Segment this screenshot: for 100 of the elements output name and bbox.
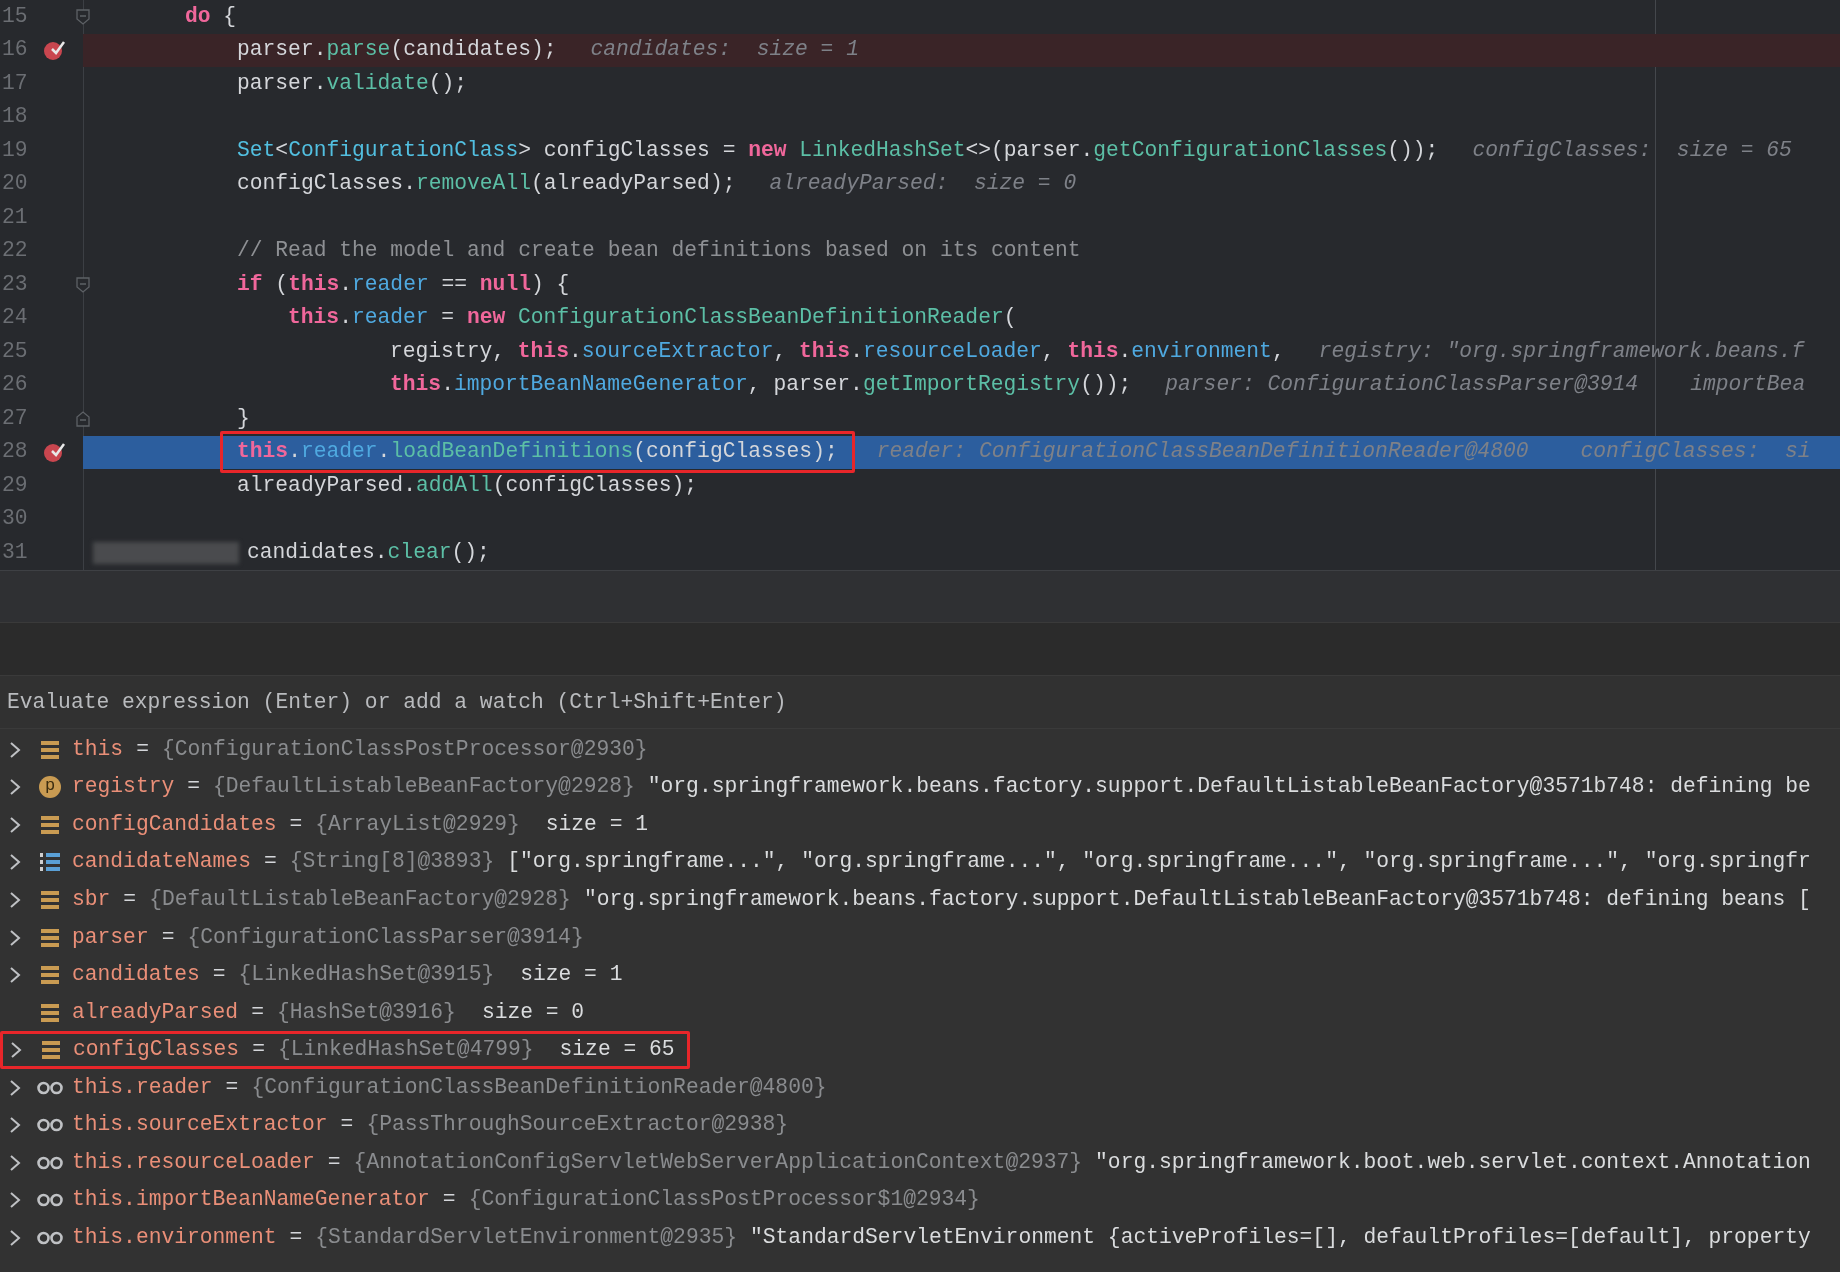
inline-hint: configClasses: size = 65 bbox=[1472, 136, 1792, 164]
chevron-right-icon[interactable] bbox=[9, 928, 21, 947]
glasses-icon bbox=[37, 1230, 63, 1245]
variable-name: candidateNames bbox=[72, 848, 251, 876]
code-line: registry, this.sourceExtractor, this.resourceLoader, this.environment, bbox=[390, 337, 1285, 365]
chevron-right-icon[interactable] bbox=[9, 1228, 21, 1247]
variable-type: {DefaultListableBeanFactory@2928} bbox=[213, 773, 635, 801]
equals-sign: = bbox=[252, 1036, 265, 1064]
variable-value: "org.springframework.beans.factory.support.DefaultListableBeanFactory@3571b748: defining be bbox=[647, 773, 1811, 801]
variable-name: registry bbox=[72, 773, 175, 801]
variable-value: "org.springframework.beans.factory.support.DefaultListableBeanFactory@3571b748: defining beans [ bbox=[583, 886, 1811, 913]
line-number: 18 bbox=[2, 103, 29, 131]
equals-sign: = bbox=[442, 1186, 456, 1214]
field-icon bbox=[40, 739, 60, 760]
line-number: 17 bbox=[2, 69, 29, 97]
variable-type: {StandardServletEnvironment@2935} bbox=[315, 1223, 737, 1251]
inline-hint: reader: ConfigurationClassBeanDefinitionReader@4800 bbox=[876, 438, 1529, 466]
equals-sign: = bbox=[289, 1223, 303, 1251]
variable-value: "StandardServletEnvironment {activeProfiles=[], defaultProfiles=[default], property bbox=[750, 1223, 1811, 1251]
variable-type: {ConfigurationClassParser@3914} bbox=[187, 923, 584, 951]
code-line: configClasses.removeAll(alreadyParsed); bbox=[237, 170, 736, 198]
chevron-right-icon[interactable] bbox=[9, 1191, 21, 1210]
chevron-right-icon[interactable] bbox=[9, 1078, 21, 1097]
field-icon bbox=[40, 1002, 60, 1023]
inline-hint: alreadyParsed: size = 0 bbox=[769, 170, 1077, 198]
chevron-right-icon[interactable] bbox=[9, 890, 21, 909]
line-number: 25 bbox=[2, 337, 29, 365]
line-number: 31 bbox=[2, 538, 29, 566]
variable-type: {HashSet@3916} bbox=[276, 998, 456, 1026]
variable-type: {DefaultListableBeanFactory@2928} bbox=[149, 886, 571, 913]
line-number: 30 bbox=[2, 505, 29, 533]
chevron-right-icon[interactable] bbox=[9, 740, 21, 759]
code-line: parser.parse(candidates); bbox=[237, 36, 557, 64]
array-icon bbox=[39, 851, 61, 874]
variable-value: size = 0 bbox=[481, 998, 585, 1026]
glasses-icon bbox=[37, 1080, 63, 1095]
line-number: 27 bbox=[2, 404, 29, 432]
line-number: 19 bbox=[2, 136, 29, 164]
variable-value: size = 65 bbox=[559, 1036, 675, 1064]
equals-sign: = bbox=[161, 923, 175, 951]
variable-type: {PassThroughSourceExtractor@2938} bbox=[366, 1111, 789, 1139]
variable-type: {ConfigurationClassPostProcessor$1@2934} bbox=[468, 1186, 980, 1214]
variable-type: {LinkedHashSet@3915} bbox=[238, 961, 495, 989]
code-line: this.reader = new ConfigurationClassBeanDefinitionReader( bbox=[288, 304, 1017, 332]
variable-name: alreadyParsed bbox=[72, 998, 239, 1026]
line-number: 23 bbox=[2, 270, 29, 298]
glasses-icon bbox=[37, 1118, 63, 1133]
code-line: if (this.reader == null) { bbox=[237, 270, 570, 298]
variable-type: {ArrayList@2929} bbox=[315, 810, 520, 838]
chevron-right-icon[interactable] bbox=[9, 815, 21, 834]
glasses-icon bbox=[37, 1155, 63, 1170]
variable-name: this.reader bbox=[72, 1073, 213, 1101]
variable-value: "org.springframework.boot.web.servlet.context.Annotation bbox=[1095, 1148, 1811, 1176]
chevron-right-icon[interactable] bbox=[9, 853, 21, 872]
variable-type: {ConfigurationClassPostProcessor@2930} bbox=[161, 735, 648, 763]
code-line: alreadyParsed.addAll(configClasses); bbox=[237, 471, 698, 499]
chevron-right-icon[interactable] bbox=[9, 1153, 21, 1172]
field-icon bbox=[40, 889, 60, 910]
equals-sign: = bbox=[327, 1148, 341, 1176]
variable-value: ["org.springframe...", "org.springframe...", "org.springframe...", "org.springframe...", "org.springfr bbox=[507, 848, 1811, 876]
equals-sign: = bbox=[212, 961, 226, 989]
line-number: 26 bbox=[2, 371, 29, 399]
line-number: 21 bbox=[2, 203, 29, 231]
variable-value: size = 1 bbox=[520, 961, 623, 989]
equals-sign: = bbox=[123, 886, 137, 913]
equals-sign: = bbox=[340, 1111, 354, 1139]
variable-name: this.importBeanNameGenerator bbox=[72, 1186, 430, 1214]
chevron-right-icon[interactable] bbox=[10, 1041, 22, 1060]
variable-type: {ConfigurationClassBeanDefinitionReader@4800} bbox=[251, 1073, 827, 1101]
field-icon bbox=[40, 965, 60, 986]
equals-sign: = bbox=[187, 773, 201, 801]
variable-name: parser bbox=[72, 923, 149, 951]
variable-name: sbr bbox=[72, 886, 111, 913]
variable-row[interactable]: configClasses = {LinkedHashSet@4799} size = 65 bbox=[0, 1031, 690, 1069]
variable-value: size = 1 bbox=[545, 810, 648, 838]
inline-hint: parser: ConfigurationClassParser@3914 bbox=[1165, 371, 1639, 399]
code-line: parser.validate(); bbox=[237, 69, 468, 97]
equals-sign: = bbox=[136, 735, 149, 763]
variable-name: this bbox=[72, 735, 124, 763]
chevron-right-icon[interactable] bbox=[9, 778, 21, 797]
variable-type: {String[8]@3893} bbox=[289, 848, 495, 876]
variable-name: configClasses bbox=[73, 1036, 240, 1064]
line-number: 22 bbox=[2, 237, 29, 265]
variable-name: this.environment bbox=[72, 1223, 277, 1251]
chevron-right-icon[interactable] bbox=[9, 966, 21, 985]
evaluate-expression-field[interactable]: Evaluate expression (Enter) or add a watch (Ctrl+Shift+Enter) bbox=[0, 675, 1840, 729]
inline-hint: candidates: size = 1 bbox=[590, 36, 859, 64]
parameter-icon: p bbox=[39, 776, 61, 799]
line-number: 15 bbox=[2, 2, 29, 30]
code-line: Set<ConfigurationClass> configClasses = new LinkedHashSet<>(parser.getConfigurationClasses()); bbox=[237, 136, 1439, 164]
equals-sign: = bbox=[289, 810, 303, 838]
variable-name: candidates bbox=[72, 961, 200, 989]
inline-hint: registry: "org.springframework.beans.f bbox=[1318, 337, 1805, 365]
glasses-icon bbox=[37, 1193, 63, 1208]
chevron-right-icon[interactable] bbox=[9, 1116, 21, 1135]
field-icon bbox=[40, 814, 60, 835]
variable-type: {AnnotationConfigServletWebServerApplicationContext@2937} bbox=[353, 1148, 1083, 1176]
line-number: 29 bbox=[2, 471, 29, 499]
code-line: this.importBeanNameGenerator, parser.getImportRegistry()); bbox=[390, 371, 1132, 399]
inline-hint: importBea bbox=[1690, 371, 1806, 399]
